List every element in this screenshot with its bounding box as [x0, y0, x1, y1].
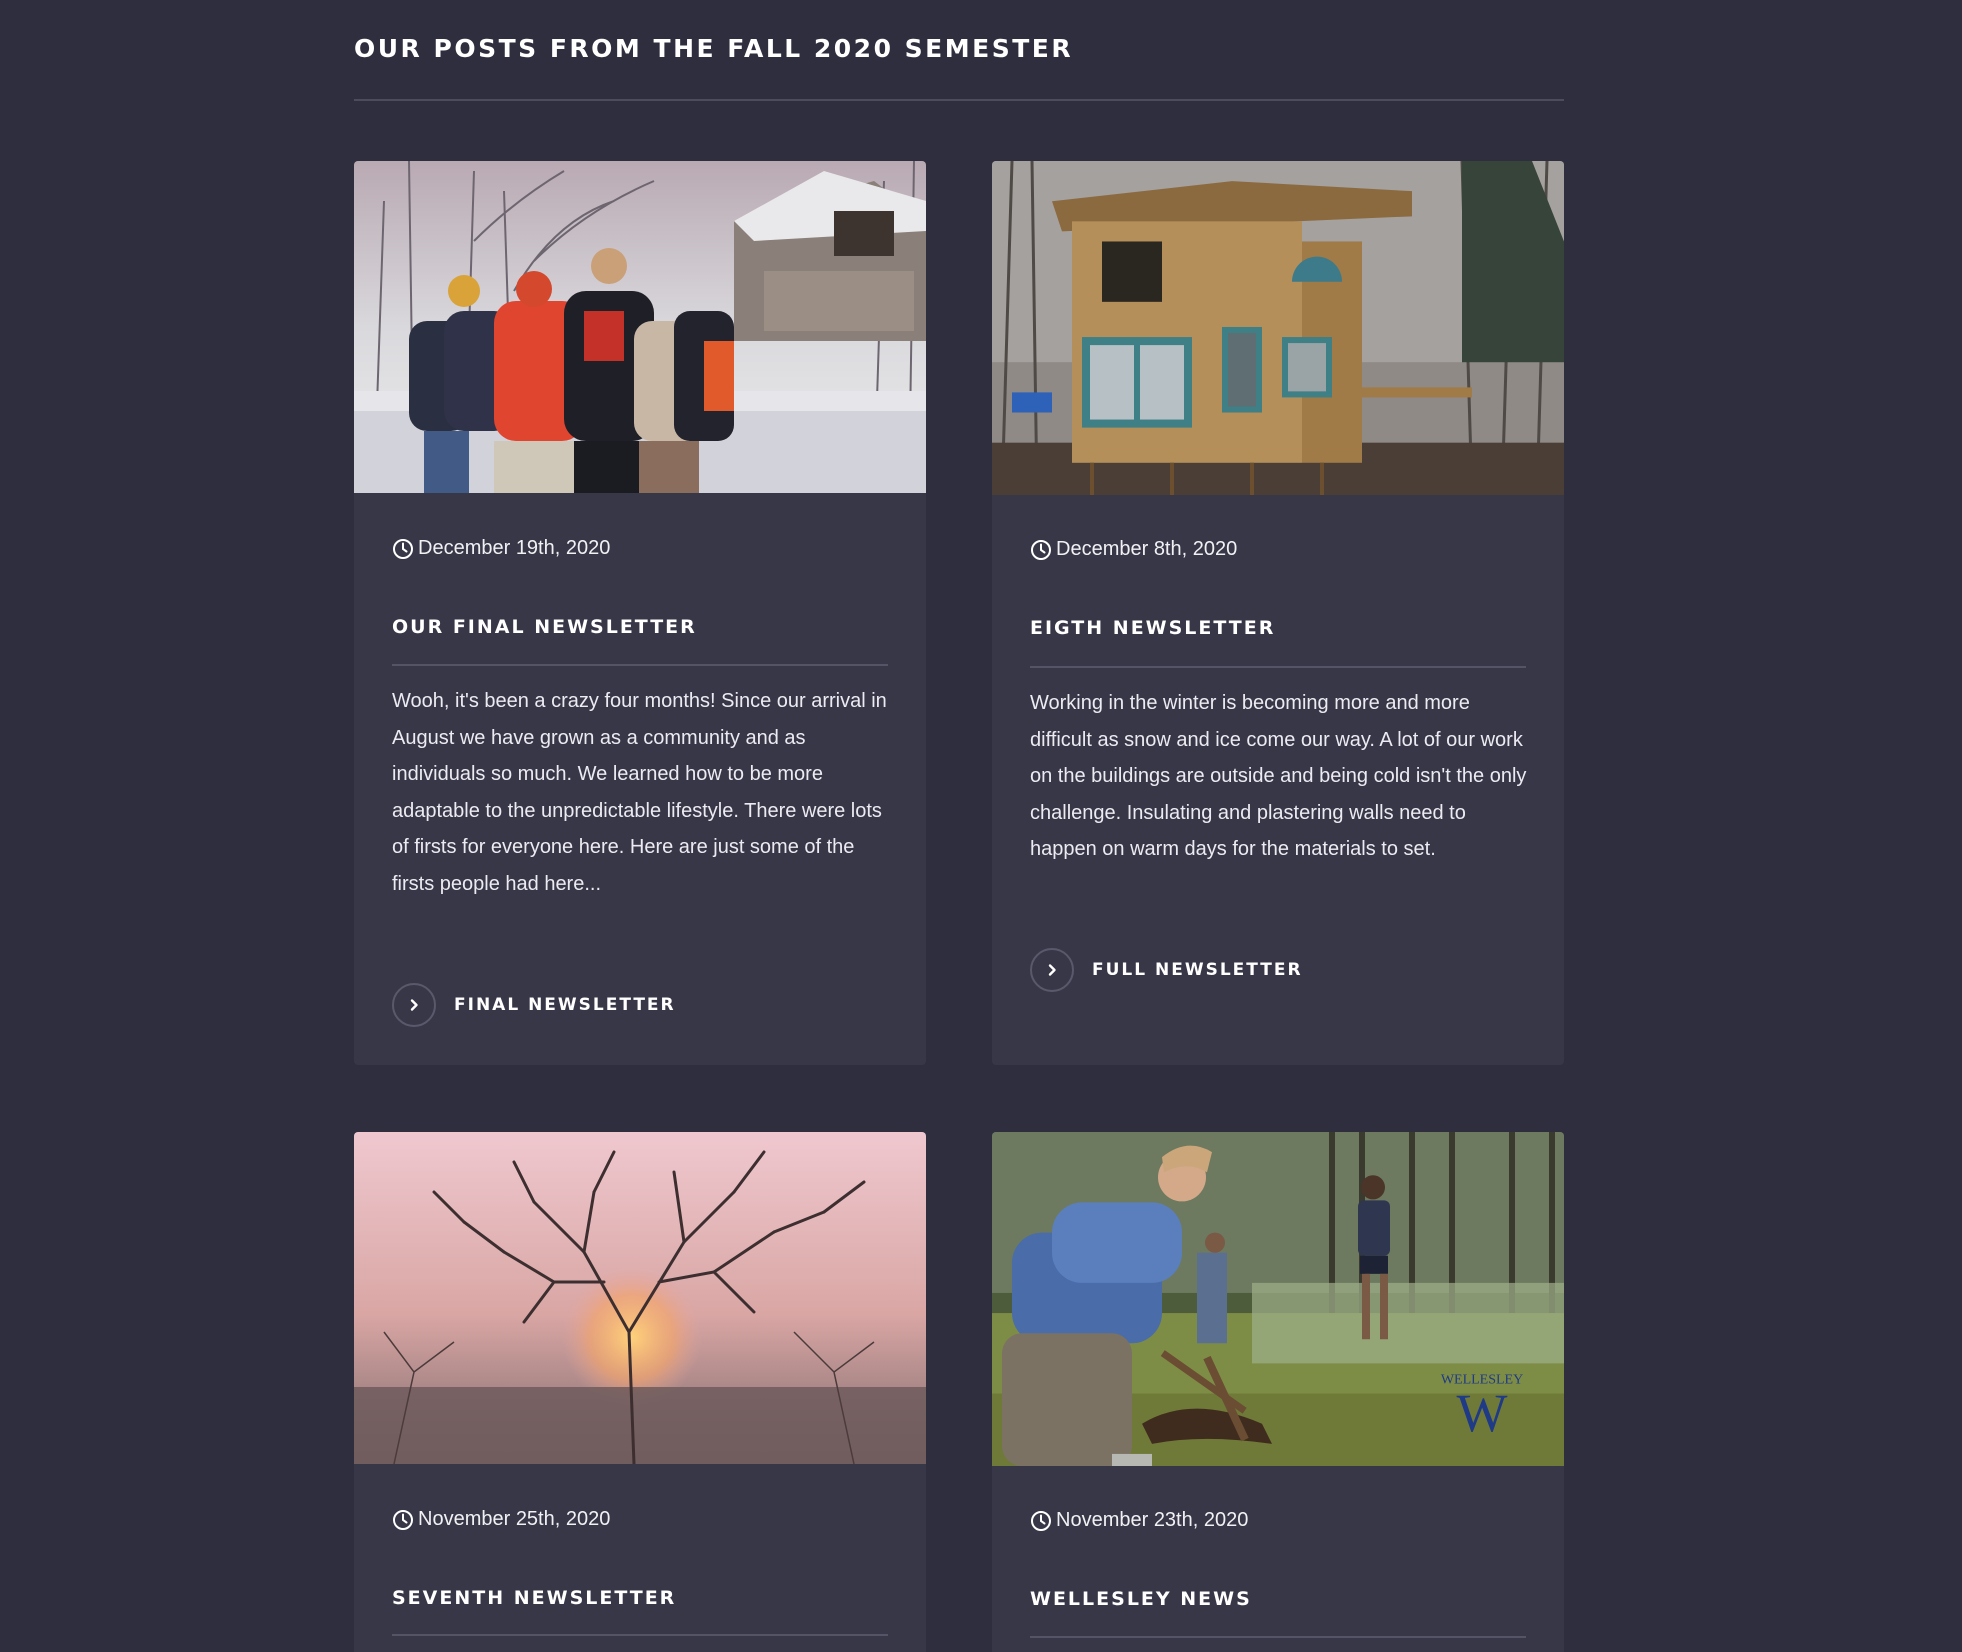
post-date-text: November 25th, 2020: [418, 1508, 611, 1530]
post-date-text: December 8th, 2020: [1056, 538, 1238, 560]
post-title-divider: [1030, 666, 1526, 668]
post-title-divider: [1030, 1636, 1526, 1638]
posts-page: OUR POSTS FROM THE FALL 2020 SEMESTER De…: [0, 0, 1962, 1652]
post-image[interactable]: WELLESLEY W: [992, 1132, 1564, 1466]
post-title[interactable]: OUR FINAL NEWSLETTER: [392, 616, 697, 638]
post-image[interactable]: [354, 1132, 926, 1464]
post-title[interactable]: WELLESLEY NEWS: [1030, 1588, 1252, 1610]
post-excerpt: Working in the winter is becoming more a…: [1030, 692, 1527, 860]
post-date-text: November 23th, 2020: [1056, 1509, 1249, 1531]
post-date: November 23th, 2020: [1030, 1509, 1248, 1532]
read-more-label[interactable]: FINAL NEWSLETTER: [454, 995, 676, 1015]
post-title[interactable]: EIGTH NEWSLETTER: [1030, 617, 1275, 639]
post-excerpt: Wooh, it's been a crazy four months! Sin…: [392, 690, 887, 895]
read-more-link[interactable]: FULL NEWSLETTER: [1030, 948, 1303, 992]
clock-icon: [1031, 539, 1051, 560]
section-title: OUR POSTS FROM THE FALL 2020 SEMESTER: [354, 34, 1074, 63]
read-more-link[interactable]: FINAL NEWSLETTER: [392, 983, 676, 1027]
post-date: December 8th, 2020: [1030, 538, 1237, 561]
post-card: WELLESLEY W November 23th, 2020 WELLESLE…: [992, 1132, 1564, 1652]
post-title[interactable]: SEVENTH NEWSLETTER: [392, 1587, 676, 1609]
post-image[interactable]: [992, 161, 1564, 495]
section-divider: [354, 99, 1564, 101]
post-date-text: December 19th, 2020: [418, 537, 611, 559]
post-title-divider: [392, 1634, 888, 1636]
post-card: November 25th, 2020 SEVENTH NEWSLETTER: [354, 1132, 926, 1652]
clock-icon: [1031, 1510, 1051, 1531]
post-card: December 19th, 2020 OUR FINAL NEWSLETTER…: [354, 161, 926, 1065]
clock-icon: [393, 1509, 413, 1530]
read-more-label[interactable]: FULL NEWSLETTER: [1092, 960, 1303, 980]
chevron-right-icon[interactable]: [392, 983, 436, 1027]
chevron-right-icon[interactable]: [1030, 948, 1074, 992]
svg-text:W: W: [1457, 1383, 1509, 1443]
post-card: December 8th, 2020 EIGTH NEWSLETTER Work…: [992, 161, 1564, 1065]
post-date: November 25th, 2020: [392, 1508, 610, 1531]
clock-icon: [393, 538, 413, 559]
post-title-divider: [392, 664, 888, 666]
post-image[interactable]: [354, 161, 926, 493]
post-date: December 19th, 2020: [392, 537, 610, 560]
